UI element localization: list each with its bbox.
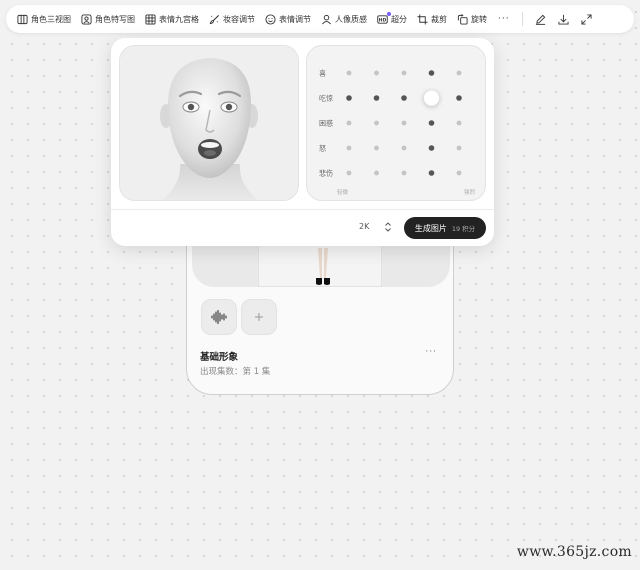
expression-row-label: 吃惊 xyxy=(319,94,333,103)
scale-min-label: 轻微 xyxy=(337,188,349,196)
intensity-dot[interactable] xyxy=(401,70,407,76)
character-legs-image xyxy=(316,248,330,285)
resolution-select[interactable]: 2K xyxy=(359,222,369,231)
toolbar-item-super-resolution[interactable]: HD 超分 xyxy=(372,8,412,30)
toolbar-item-makeup[interactable]: 妆容调节 xyxy=(204,8,260,30)
expression-row-label: 悲伤 xyxy=(319,169,333,178)
download-button[interactable] xyxy=(552,8,575,30)
intensity-dot[interactable] xyxy=(428,70,435,76)
intensity-dot[interactable] xyxy=(374,170,379,176)
intensity-dot[interactable] xyxy=(456,170,462,176)
intensity-dot[interactable] xyxy=(346,170,352,176)
watermark: www.365jz.com xyxy=(516,544,632,560)
intensity-dot[interactable] xyxy=(428,120,435,126)
intensity-dot[interactable] xyxy=(401,120,407,126)
expression-row-label: 困惑 xyxy=(319,119,333,128)
intensity-dot[interactable] xyxy=(456,70,462,76)
scale-max-label: 强烈 xyxy=(464,188,476,196)
toolbar-item-label: 表情九宫格 xyxy=(159,14,199,24)
hd-icon: HD xyxy=(377,11,391,25)
popup-divider xyxy=(111,209,494,210)
person-icon xyxy=(322,14,331,24)
toolbar-right-group xyxy=(529,8,598,30)
toolbar-item-expression-grid[interactable]: 表情九宫格 xyxy=(140,8,204,30)
character-name: 基础形象 xyxy=(200,352,239,363)
intensity-dot[interactable] xyxy=(401,145,407,151)
intensity-dot[interactable] xyxy=(456,95,462,101)
edit-icon xyxy=(535,14,545,25)
toolbar-item-label: 表情调节 xyxy=(279,14,311,24)
expression-adjust-popup: 喜吃惊困惑怒悲伤轻微 强烈 2K 生成图片 19 积分 xyxy=(111,38,494,246)
generate-button-cost: 19 积分 xyxy=(451,225,476,233)
intensity-dot[interactable] xyxy=(374,120,379,126)
voice-button[interactable] xyxy=(201,299,237,335)
svg-text:HD: HD xyxy=(379,17,387,23)
intensity-dot[interactable] xyxy=(374,145,379,151)
intensity-dot[interactable] xyxy=(456,120,462,126)
toolbar-divider xyxy=(521,12,523,26)
expression-intensity-grid[interactable]: 喜吃惊困惑怒悲伤轻微 强烈 xyxy=(306,45,486,201)
crop-icon xyxy=(417,13,428,25)
top-toolbar: 角色三视图 角色特写图 表情九宫格 妆容调节 表情调节 人像质感 HD 超分 裁… xyxy=(6,5,634,33)
toolbar-item-three-view[interactable]: 角色三视图 xyxy=(12,8,76,30)
expression-row-label: 喜 xyxy=(319,69,326,78)
portrait-icon xyxy=(81,13,92,25)
face-preview xyxy=(119,45,299,201)
columns-icon xyxy=(17,14,28,24)
intensity-dot[interactable] xyxy=(428,145,435,151)
intensity-dot[interactable] xyxy=(401,170,407,176)
intensity-dot[interactable] xyxy=(456,145,462,151)
download-icon xyxy=(558,14,569,25)
toolbar-item-label: 旋转 xyxy=(471,14,487,24)
intensity-dot[interactable] xyxy=(346,120,352,126)
rotate-icon xyxy=(457,13,468,25)
toolbar-item-label: 超分 xyxy=(391,14,407,24)
toolbar-item-rotate[interactable]: 旋转 xyxy=(452,8,492,30)
toolbar-more-button[interactable]: ··· xyxy=(492,8,516,30)
toolbar-item-label: 裁剪 xyxy=(431,14,447,24)
generate-image-button[interactable]: 生成图片 19 积分 xyxy=(404,217,486,239)
toolbar-item-label: 人像质感 xyxy=(335,14,367,24)
plus-icon xyxy=(255,313,263,321)
expand-button[interactable] xyxy=(575,8,598,30)
intensity-dot[interactable] xyxy=(373,95,380,101)
toolbar-item-label: 角色三视图 xyxy=(31,14,71,24)
surprised-face-image xyxy=(120,46,298,200)
toolbar-item-label: 角色特写图 xyxy=(95,14,135,24)
intensity-dot[interactable] xyxy=(346,70,352,76)
intensity-dot[interactable] xyxy=(374,70,379,76)
selected-intensity-knob[interactable] xyxy=(423,89,440,107)
toolbar-item-portrait-texture[interactable]: 人像质感 xyxy=(316,8,372,30)
grid-icon xyxy=(145,13,156,25)
new-badge-dot xyxy=(387,11,391,16)
generate-button-label: 生成图片 xyxy=(414,223,447,233)
character-more-button[interactable]: ··· xyxy=(425,347,437,357)
smile-icon xyxy=(265,13,276,25)
chevron-updown-icon[interactable] xyxy=(383,221,393,233)
expand-icon xyxy=(581,13,592,25)
intensity-dot[interactable] xyxy=(428,170,435,176)
character-episode-info: 出现集数：第 1 集 xyxy=(200,367,271,377)
intensity-dot[interactable] xyxy=(401,95,407,101)
toolbar-item-closeup[interactable]: 角色特写图 xyxy=(76,8,140,30)
toolbar-item-crop[interactable]: 裁剪 xyxy=(412,8,452,30)
expression-row-label: 怒 xyxy=(319,144,326,153)
expression-grid-svg[interactable]: 喜吃惊困惑怒悲伤轻微 强烈 xyxy=(307,46,487,202)
toolbar-item-label: 妆容调节 xyxy=(223,14,255,24)
intensity-dot[interactable] xyxy=(346,145,352,151)
brush-icon xyxy=(209,14,220,24)
edit-button[interactable] xyxy=(529,8,552,30)
add-button[interactable] xyxy=(241,299,277,335)
waveform-icon xyxy=(211,310,227,324)
intensity-dot[interactable] xyxy=(346,95,352,101)
toolbar-item-expression-adjust[interactable]: 表情调节 xyxy=(260,8,316,30)
